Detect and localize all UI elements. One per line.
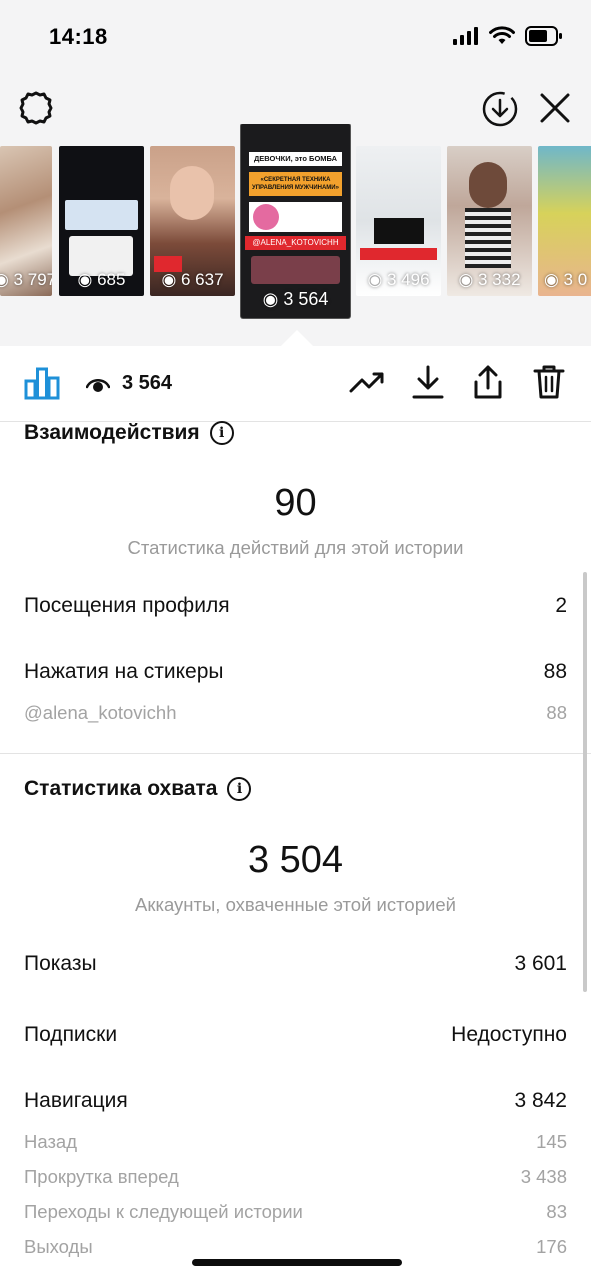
stat-label: Подписки: [24, 1023, 118, 1046]
share-icon: [474, 365, 502, 399]
stat-sub-value: 145: [536, 1131, 567, 1152]
reach-total: 3 504: [247, 839, 344, 881]
stat-value: Недоступно: [451, 1023, 567, 1046]
stat-sub-value: 88: [546, 702, 567, 723]
thumbnail-views: ◉ 3 496: [367, 270, 430, 289]
stat-sub-value: 3 438: [520, 1166, 567, 1187]
stat-label: Посещения профиля: [24, 594, 230, 617]
thumbnail-views: ◉ 3 564: [262, 289, 329, 309]
selected-pointer: [281, 330, 313, 346]
status-icons: [453, 26, 563, 46]
stat-label: Показы: [24, 952, 97, 975]
eye-icon: [86, 378, 110, 392]
thumbnail-views: ◉ 3 332: [458, 270, 521, 289]
battery-icon: [525, 26, 562, 46]
viewers-count-value: 3 564: [122, 372, 173, 394]
stat-sub-value: 83: [546, 1201, 567, 1222]
stat-sub-label: Назад: [24, 1131, 78, 1152]
home-indicator[interactable]: [192, 1259, 402, 1266]
reach-section: Статистика охвата i: [24, 777, 252, 801]
stat-label: Нажатия на стикеры: [24, 660, 224, 683]
stat-row: Посещения профиля 2: [24, 594, 567, 618]
story-action-bar: 3 564: [0, 346, 591, 422]
stat-sub-label: Выходы: [24, 1236, 93, 1257]
status-time: 14:18: [49, 24, 108, 49]
story-thumbnail[interactable]: ◉ 3 332: [447, 146, 532, 296]
stat-sub-row: Переходы к следующей истории 83: [24, 1201, 567, 1223]
stat-sub-row: Прокрутка вперед 3 438: [24, 1166, 567, 1188]
story-thumbnail[interactable]: ◉ 3 496: [356, 146, 441, 296]
stat-sub-label: @alena_kotovichh: [24, 702, 177, 723]
status-bar: 14:18: [0, 0, 591, 74]
stat-row: Показы 3 601: [24, 952, 567, 976]
selected-story-title: ДЕВОЧКИ, это БОМБА: [249, 152, 342, 166]
reach-caption: Аккаунты, охваченные этой историей: [135, 894, 456, 915]
stat-sub-value: 176: [536, 1236, 567, 1257]
stat-row: Нажатия на стикеры 88: [24, 660, 567, 684]
promote-button[interactable]: [349, 364, 385, 405]
info-icon[interactable]: i: [227, 777, 252, 801]
download-icon: [412, 365, 444, 399]
interactions-total: 90: [274, 482, 317, 524]
story-thumbnail[interactable]: ◉ 685: [59, 146, 144, 296]
viewers-count[interactable]: 3 564: [86, 372, 172, 395]
bar-chart-icon: [24, 367, 60, 400]
stat-sub-label: Прокрутка вперед: [24, 1166, 179, 1187]
share-button[interactable]: [471, 364, 505, 405]
stat-sub-row: @alena_kotovichh 88: [24, 702, 567, 724]
stat-value: 88: [543, 660, 567, 683]
scrollbar[interactable]: [583, 572, 587, 992]
stat-sub-row: Назад 145: [24, 1131, 567, 1153]
stat-row: Подписки Недоступно: [24, 1023, 567, 1047]
delete-button[interactable]: [532, 364, 566, 405]
thumbnail-views: ◉ 3 0: [544, 270, 588, 289]
download-circle-icon: [482, 91, 518, 127]
interactions-section: Взаимодействия i: [24, 421, 234, 445]
section-divider: [0, 753, 591, 754]
wifi-icon: [489, 26, 515, 44]
reach-title: Статистика охвата: [24, 777, 218, 800]
stat-label: Навигация: [24, 1089, 128, 1112]
signal-icon: [453, 27, 478, 45]
stat-row: Навигация 3 842: [24, 1089, 567, 1113]
thumbnail-views: ◉ 685: [77, 270, 126, 289]
stat-sub-label: Переходы к следующей истории: [24, 1201, 303, 1222]
selected-story-handle: @ALENA_KOTOVICHH: [245, 236, 346, 250]
story-thumbnail[interactable]: ◉ 3 797: [0, 146, 52, 296]
story-thumbnail[interactable]: ◉ 3 0: [538, 146, 591, 296]
stat-value: 3 601: [514, 952, 567, 975]
selected-story-banner: «СЕКРЕТНАЯ ТЕХНИКА УПРАВЛЕНИЯ МУЖЧИНАМИ»: [249, 172, 342, 196]
thumbnail-views: ◉ 6 637: [161, 270, 224, 289]
interactions-caption: Статистика действий для этой истории: [127, 537, 464, 558]
story-thumbnail[interactable]: ◉ 6 637: [150, 146, 235, 296]
info-icon[interactable]: i: [209, 421, 234, 445]
story-thumbnail-strip[interactable]: ◉ 3 797 ◉ 685 ◉ 6 637 ДЕВОЧКИ, это БОМБА…: [0, 124, 591, 346]
trash-icon: [533, 365, 565, 399]
gear-icon: [19, 91, 53, 125]
download-button[interactable]: [411, 364, 445, 405]
story-thumbnail-selected[interactable]: ДЕВОЧКИ, это БОМБА «СЕКРЕТНАЯ ТЕХНИКА УП…: [241, 124, 350, 318]
trend-up-icon: [349, 372, 384, 393]
stat-value: 3 842: [514, 1089, 567, 1112]
thumbnail-views: ◉ 3 797: [0, 270, 52, 289]
interactions-title: Взаимодействия: [24, 421, 200, 444]
stat-value: 2: [555, 594, 567, 617]
stat-sub-row: Выходы 176: [24, 1236, 567, 1258]
insights-tab[interactable]: [24, 366, 60, 405]
close-icon: [540, 93, 570, 123]
